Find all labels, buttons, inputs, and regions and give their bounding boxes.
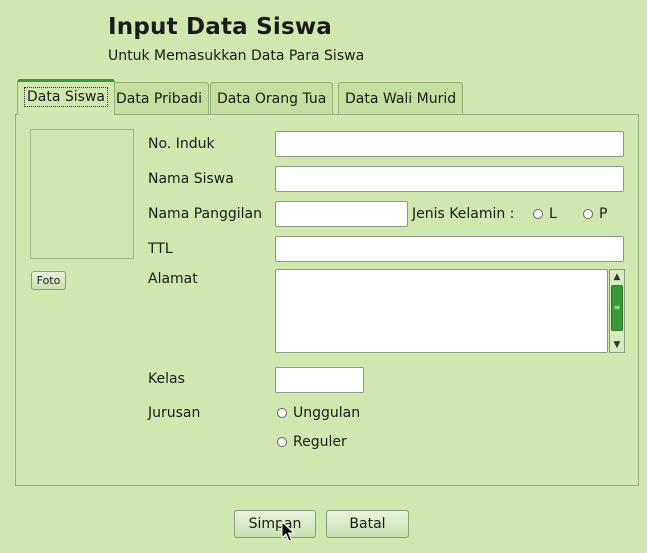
tab-label: Data Siswa bbox=[24, 87, 108, 107]
jenis-kelamin-label: Jenis Kelamin : bbox=[412, 206, 515, 222]
scrollbar-thumb[interactable]: ≡ bbox=[611, 285, 623, 331]
tab-label: Data Pribadi bbox=[116, 91, 202, 107]
gender-option-label: P bbox=[599, 206, 608, 222]
radio-button-icon[interactable] bbox=[533, 209, 543, 219]
ttl-input[interactable] bbox=[275, 236, 624, 262]
jurusan-option-reguler[interactable]: Reguler bbox=[277, 434, 347, 450]
page-subtitle: Untuk Memasukkan Data Para Siswa bbox=[108, 48, 365, 64]
gender-option-p[interactable]: P bbox=[583, 206, 607, 222]
tab-data-wali-murid[interactable]: Data Wali Murid bbox=[338, 82, 464, 114]
nama-siswa-label: Nama Siswa bbox=[148, 171, 234, 187]
jurusan-option-unggulan[interactable]: Unggulan bbox=[277, 405, 360, 421]
nama-panggilan-label: Nama Panggilan bbox=[148, 206, 262, 222]
alamat-scrollbar[interactable]: ▲ ≡ ▼ bbox=[609, 269, 625, 353]
ttl-label: TTL bbox=[148, 241, 173, 257]
radio-button-icon[interactable] bbox=[583, 209, 593, 219]
jurusan-option-label: Unggulan bbox=[293, 405, 361, 421]
alamat-label: Alamat bbox=[148, 271, 198, 287]
photo-preview bbox=[30, 129, 134, 259]
gender-option-l[interactable]: L bbox=[533, 206, 557, 222]
tab-data-pribadi[interactable]: Data Pribadi bbox=[109, 82, 209, 114]
nama-panggilan-input[interactable] bbox=[275, 201, 408, 227]
foto-button[interactable]: Foto bbox=[31, 271, 66, 290]
tab-data-siswa[interactable]: Data Siswa bbox=[17, 79, 115, 115]
gender-option-label: L bbox=[549, 206, 557, 222]
simpan-button[interactable]: Simpan bbox=[234, 510, 316, 538]
chevron-down-icon[interactable]: ▼ bbox=[610, 338, 624, 352]
nama-siswa-input[interactable] bbox=[275, 166, 624, 192]
kelas-input[interactable] bbox=[275, 367, 364, 393]
no-induk-label: No. Induk bbox=[148, 136, 215, 152]
jurusan-label: Jurusan bbox=[148, 405, 201, 421]
alamat-textarea[interactable] bbox=[275, 269, 608, 353]
no-induk-input[interactable] bbox=[275, 131, 624, 157]
radio-button-icon[interactable] bbox=[277, 437, 287, 447]
mouse-pointer-icon bbox=[281, 521, 295, 542]
jurusan-option-label: Reguler bbox=[293, 434, 347, 450]
tab-label: Data Wali Murid bbox=[345, 91, 457, 107]
kelas-label: Kelas bbox=[148, 371, 185, 387]
chevron-up-icon[interactable]: ▲ bbox=[610, 270, 624, 284]
radio-button-icon[interactable] bbox=[277, 408, 287, 418]
batal-button[interactable]: Batal bbox=[326, 510, 409, 538]
tab-label: Data Orang Tua bbox=[217, 91, 327, 107]
page-title: Input Data Siswa bbox=[108, 14, 333, 40]
tab-data-orang-tua[interactable]: Data Orang Tua bbox=[210, 82, 334, 114]
